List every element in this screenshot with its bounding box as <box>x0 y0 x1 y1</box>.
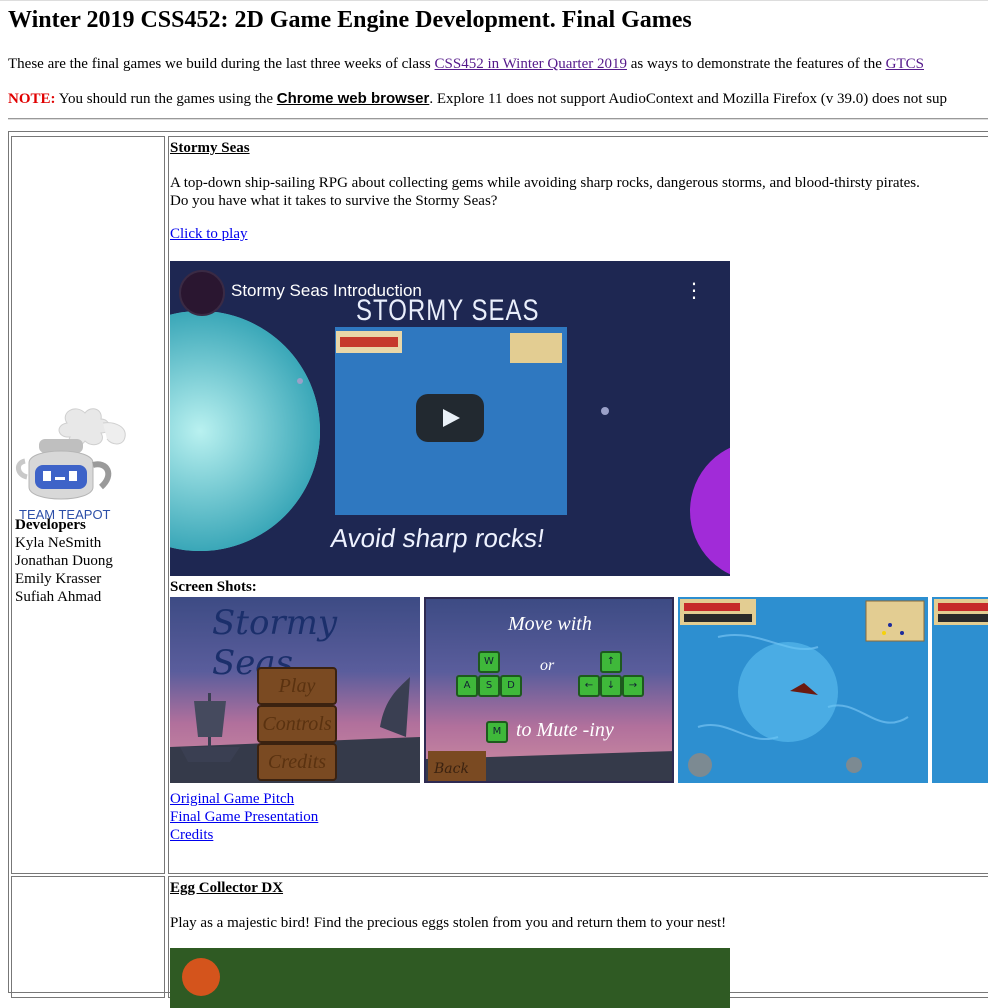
more-options-icon[interactable]: ⋮ <box>684 280 704 300</box>
video-banner-text: STORMY SEAS <box>356 293 540 328</box>
back-button-text: Back <box>433 761 469 777</box>
game-description: Play as a majestic bird! Find the precio… <box>170 915 727 931</box>
screenshot-gameplay-2 <box>932 597 988 783</box>
chrome-browser-text: Chrome web browser <box>276 90 430 107</box>
menu-credits: Credits <box>257 743 337 781</box>
video-play-button[interactable] <box>416 394 484 442</box>
channel-avatar[interactable] <box>179 270 225 316</box>
game-cell-egg-collector: Egg Collector DX Play as a majestic bird… <box>168 876 988 1008</box>
developer-name: Emily Krasser <box>15 571 102 587</box>
final-game-presentation-link[interactable]: Final Game Presentation <box>170 808 318 826</box>
developer-name: Sufiah Ahmad <box>15 589 102 605</box>
developer-name: Jonathan Duong <box>15 553 113 569</box>
team-cell-2 <box>11 876 165 998</box>
screenshots-strip: Stormy Seas Play Controls Credits Move w… <box>170 597 988 787</box>
page-title: Winter 2019 CSS452: 2D Game Engine Devel… <box>8 7 692 33</box>
game-links: Original Game Pitch Final Game Presentat… <box>170 790 318 844</box>
description-line: A top-down ship-sailing RPG about collec… <box>170 175 920 191</box>
play-icon <box>443 409 460 427</box>
screenshot-controls-screen: Move with or W A S D ↑ ← ↓ → M to Mute -… <box>424 597 674 783</box>
games-table: TEAM TEAPOT Developers Kyla NeSmith Jona… <box>8 131 988 1008</box>
screenshots-label: Screen Shots: <box>170 579 257 595</box>
top-border <box>0 0 988 1</box>
course-link[interactable]: CSS452 in Winter Quarter 2019 <box>435 56 627 72</box>
note-text-2: . Explore 11 does not support AudioConte… <box>429 91 948 107</box>
screenshot-title-screen: Stormy Seas Play Controls Credits <box>170 597 420 783</box>
video-embed-2[interactable] <box>170 948 730 1008</box>
developer-name: Kyla NeSmith <box>15 535 102 551</box>
click-to-play-link[interactable]: Click to play <box>170 226 248 243</box>
intro-text-2: as ways to demonstrate the features of t… <box>626 56 886 72</box>
game-cell-stormy-seas: Stormy Seas A top-down ship-sailing RPG … <box>168 136 988 874</box>
team-cell: TEAM TEAPOT Developers Kyla NeSmith Jona… <box>11 136 165 874</box>
video-caption-text: Avoid sharp rocks! <box>328 523 547 553</box>
game-description: A top-down ship-sailing RPG about collec… <box>170 174 920 210</box>
gameplay-map-2 <box>932 597 988 783</box>
note-text: You should run the games using the <box>55 91 277 107</box>
intro-paragraph: These are the final games we build durin… <box>8 56 924 73</box>
original-game-pitch-link[interactable]: Original Game Pitch <box>170 790 318 808</box>
game-title: Stormy Seas <box>170 140 250 156</box>
developers-block: TEAM TEAPOT Developers Kyla NeSmith Jona… <box>15 403 163 606</box>
gtcs-link[interactable]: GTCS <box>886 56 924 72</box>
teapot-logo-icon: TEAM TEAPOT <box>16 408 126 521</box>
screenshot-gameplay <box>678 597 928 783</box>
gameplay-map <box>678 597 928 783</box>
credits-link[interactable]: Credits <box>170 826 318 844</box>
note-label: NOTE: <box>8 91 56 107</box>
video-embed[interactable]: Stormy Seas Introduction ⋮ STORMY SEAS A… <box>170 261 730 576</box>
menu-play: Play <box>257 667 337 705</box>
game-title: Egg Collector DX <box>170 880 284 896</box>
shore-silhouette-icon: Back <box>426 751 672 781</box>
channel-avatar-2[interactable] <box>182 958 220 996</box>
divider <box>8 118 988 120</box>
description-line: Do you have what it takes to survive the… <box>170 193 498 209</box>
menu-controls: Controls <box>257 705 337 743</box>
note-paragraph: NOTE: You should run the games using the… <box>8 90 947 108</box>
intro-text: These are the final games we build durin… <box>8 56 435 72</box>
